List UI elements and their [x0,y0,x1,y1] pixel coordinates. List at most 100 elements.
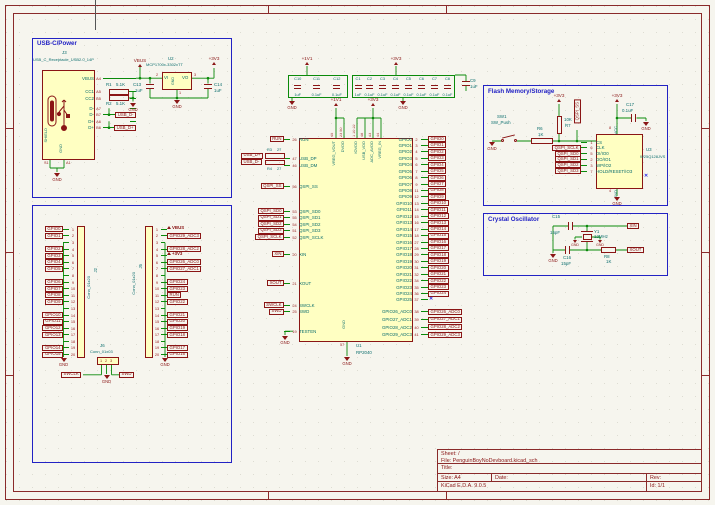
gnd-symbol: GND [590,239,610,247]
pin-name: DO/IO1 [596,156,611,162]
gnd-symbol: GND [47,172,67,182]
power-flag-3v3: +3V3 [360,97,386,106]
j6-pin3-num: 3 [110,358,113,363]
u3-pin-rows: 1 CS QSPI_SCLK 6 CLK QSPI_SD0 5 DI/IO0 Q… [549,139,641,175]
net-label: GPIO29_ADC3 [167,232,202,239]
net-label: GPIO1 [428,142,447,149]
resistor-r8 [601,247,616,253]
u1-pin-row: RUN 26 RUN [240,136,340,143]
pin-number: 35 [414,284,419,290]
wire [421,138,428,140]
capacitor-icon [443,84,451,89]
pin-name: TESTEN [299,328,317,334]
pin-name: D+ [88,118,94,124]
gnd-label: GND [287,105,297,110]
decoupling-rail-1v1: C10 1uF C11 0.1uF C12 0.1uF [288,75,348,98]
pin-number: 7 [155,266,159,272]
pin-name: GPIO15 [396,233,412,239]
j2-pin-row: GPIO3 5 [40,252,77,259]
pin-number: 18 [414,233,419,239]
net-label: GPIO27_ADC1 [428,316,463,323]
r3-reference: R3 [267,146,272,152]
j2-pin-row: GPIO13 17 [40,331,77,339]
pin-number: 12 [154,299,160,305]
wire [421,222,428,224]
pin-name: GPIO14 [396,226,412,232]
pin-number: 6 [155,259,159,265]
power-flag-3v3: +3V3 [604,93,630,102]
pin-number: 14 [70,312,76,318]
wire [421,319,428,321]
r3-value: 27 [277,146,282,152]
capacitor-icon [354,84,362,89]
c14-value: 1uF [214,88,222,93]
c17-value: 0.1uF [622,108,634,113]
pin-name: GPIO8 [398,188,412,194]
app-version: KiCad E.D.A. 9.0.5 [438,482,647,491]
j5-pin-row: 11 RUN [153,292,201,299]
j2-pin-row: 3 [40,239,77,246]
pin-name: SWCLK [299,302,315,308]
pin-name: WP/IO2 [596,162,612,168]
wire [421,273,428,275]
capacitor-icon [313,84,321,89]
pin-number: 7 [71,266,75,272]
j5-pin-row: 3 [153,239,201,246]
pin-number: 4 [415,149,418,155]
u1-pin-row: GPIO25 37 ✕ [338,297,449,303]
pin-name: CLK [596,145,605,151]
power-arrow-icon [557,98,561,102]
gnd-label: GND [101,378,112,384]
u1-value: RP2040 [356,350,372,355]
power-arrow-icon [334,102,338,106]
j6-pin2-num: 2 [105,358,108,363]
net-label: GPIO5 [44,265,63,272]
pin-number: 19 [70,345,76,351]
net-label: SWCLK [263,302,284,308]
resistor-r7 [556,116,562,134]
net-label: USB_D- [115,111,136,118]
capacitor-icon [430,84,438,89]
pin-number: 19 [154,345,160,351]
j2-pin-row: GPIO9 12 [40,298,77,306]
wire [421,202,428,204]
pin-number: 47 [292,156,297,161]
j5-pin-row: 2 GPIO29_ADC3 [153,232,202,240]
pin-number: A4 [96,75,101,81]
pin-number: 32 [414,271,419,277]
j2-pin-rows: GPIO0 1 GPIO1 2 3 GPIO2 4 GPIO3 5 GPIO4 … [40,226,77,358]
j5-reference: J5 [138,264,143,269]
decoupling-capacitor: C4 0.1uF [391,76,401,97]
pin-number: 27 [414,239,419,245]
pin-name: GPIO16 [396,239,412,245]
u2-value: MCP1700x-3302xTT [146,62,183,67]
net-label: GPIO18 [428,251,449,258]
u1-pin-group: XIN 20 XIN [240,251,340,258]
net-label: XOUT [267,280,284,286]
wire [421,228,428,230]
power-label: VBUS [172,224,185,230]
u1-pin-gnd-name: GND [341,320,346,329]
u1-pin-group: QSPI_SD0 53 QSPI_SD0 QSPI_SD1 55 QSPI_SD… [240,208,340,241]
no-connect-icon: ✕ [644,173,649,179]
cap-reference: C10 [294,75,302,81]
j5-pin-row: 15 GPIO20 [153,318,201,325]
title-block: Sheet: / File: PenguinBoyNoDevboard.kica… [437,449,702,492]
power-arrow-icon [371,102,375,106]
pin-name: GPIO6 [398,175,412,181]
cap-reference: C7 [431,75,437,81]
pin-number: 3 [590,162,593,168]
wire [421,247,428,249]
capacitor-icon [294,84,302,89]
u1-reference: U1 [356,343,362,348]
u1-pin-group: SWCLK 24 SWCLK SWD 25 SWD [240,302,340,315]
pin-number: 52 [292,234,297,240]
u1-pin-group: XOUT 21 XOUT [240,280,340,287]
net-label: GPIO13 [428,219,449,226]
capacitor-icon [417,84,425,89]
u1-pin-row: GPIO26_ADC0 38 GPIO26_ADC0 [338,308,463,316]
pin-name: QSPI_SD0 [299,208,321,214]
u1-pin-gnd-num: 57 [340,343,345,347]
net-label: GPIO12 [428,213,449,220]
net-label: GPIO4 [44,259,63,266]
